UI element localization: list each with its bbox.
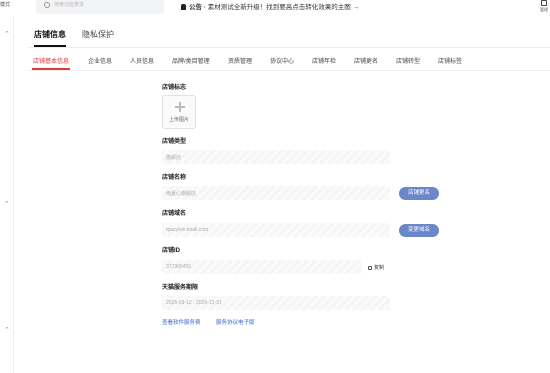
secondary-tabs: 店铺基本信息 企业信息 人员信息 品牌/类目管理 资质管理 协议中心 店铺年检 … (14, 56, 550, 70)
divider (28, 47, 550, 48)
name-value: 雨夏心旗舰店 (166, 191, 197, 197)
type-label: 店铺类型 (162, 139, 187, 145)
domain-field: qiaoyixin.tmall.com (162, 223, 390, 237)
search-icon (44, 2, 50, 8)
rename-button[interactable]: 店铺更名 (399, 187, 439, 200)
tab-staff-info[interactable]: 人员信息 (130, 56, 154, 65)
id-field: 377366455 (162, 260, 362, 274)
name-field: 雨夏心旗舰店 (162, 186, 390, 200)
tab-privacy[interactable]: 隐私保护 (82, 29, 114, 40)
upload-text: 上传图片 (168, 117, 189, 123)
change-domain-button[interactable]: 变更域名 (399, 224, 439, 237)
main-content: 店铺信息 隐私保护 店铺基本信息 企业信息 人员信息 品牌/类目管理 资质管理 … (14, 16, 550, 373)
copy-label: 复制 (374, 265, 385, 271)
type-field: 旗舰店 (162, 150, 390, 164)
announcement[interactable]: 公告 · 素材测试全新升级！找到要高点击转化效果的主图 → (181, 1, 359, 11)
service-value: 2025-09-12 - 2026-12-31 (166, 300, 222, 306)
mode-label[interactable]: 模式 (0, 1, 10, 8)
manage-icon (541, 0, 547, 6)
manage-label: 管理 (540, 7, 548, 12)
tab-brand-category[interactable]: 品牌/类目管理 (172, 56, 210, 65)
copy-button[interactable]: 复制 (368, 264, 384, 271)
chevron-up-icon[interactable]: ⌃ (4, 200, 10, 208)
domain-label: 店铺域名 (162, 211, 187, 217)
logo-label: 店铺标志 (162, 85, 187, 91)
service-label: 天猫服务期限 (162, 285, 199, 291)
tab-qualification[interactable]: 资质管理 (228, 56, 252, 65)
software-fee-link[interactable]: 查看软件服务费 (162, 318, 201, 326)
type-value: 旗舰店 (166, 155, 182, 161)
tab-company-info[interactable]: 企业信息 (88, 56, 112, 65)
notice-text: 素材测试全新升级！找到要高点击转化效果的主图 → (207, 4, 360, 11)
name-label: 店铺名称 (162, 175, 187, 181)
id-value: 377366455 (166, 264, 192, 270)
tab-annual-check[interactable]: 店铺年检 (312, 56, 336, 65)
notice-prefix: 公告 · (189, 4, 208, 11)
tab-agreement-center[interactable]: 协议中心 (270, 56, 294, 65)
divider (28, 70, 550, 71)
search-placeholder: 搜索功能菜单 (54, 2, 85, 8)
chevron-up-icon[interactable]: ⌃ (4, 326, 10, 334)
tab-transform[interactable]: 店铺转型 (396, 56, 420, 65)
service-field: 2025-09-12 - 2026-12-31 (162, 296, 390, 310)
top-bar: 模式 搜索功能菜单 公告 · 素材测试全新升级！找到要高点击转化效果的主图 → … (0, 0, 550, 16)
agreement-link[interactable]: 服务协议电子版 (216, 318, 255, 326)
copy-icon (368, 265, 372, 270)
bell-icon (181, 4, 186, 10)
search-box[interactable]: 搜索功能菜单 (36, 0, 164, 14)
id-label: 店铺ID (162, 248, 181, 254)
chevron-up-icon[interactable]: ⌃ (4, 30, 10, 38)
tab-rename[interactable]: 店铺更名 (354, 56, 378, 65)
plus-icon (175, 102, 185, 112)
tab-shop-info[interactable]: 店铺信息 (34, 29, 66, 47)
logo-upload[interactable]: 上传图片 (162, 95, 196, 129)
tab-tags[interactable]: 店铺标签 (438, 56, 462, 65)
left-rail: ⌃ ⌃ ⌃ (0, 16, 14, 373)
tab-basic-info[interactable]: 店铺基本信息 (31, 56, 71, 70)
manage-button[interactable]: 管理 (540, 0, 548, 13)
domain-value: qiaoyixin.tmall.com (166, 227, 209, 233)
